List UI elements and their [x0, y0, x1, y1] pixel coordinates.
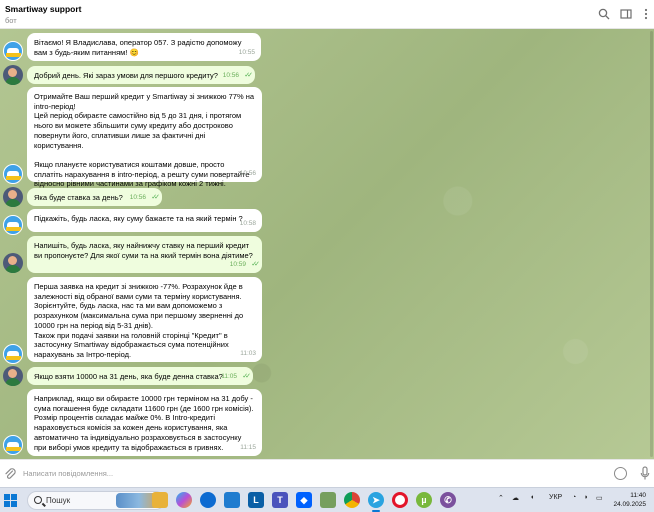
message-text: Напишіть, будь ласка, яку найнижчу ставк… [34, 241, 253, 260]
system-clock[interactable]: 11:40 24.09.2025 [610, 491, 646, 509]
message-composer: Написати повідомлення... [0, 459, 654, 487]
message-time: 10:59 [229, 261, 246, 269]
message-time: 10:56 [129, 194, 146, 202]
double-check-icon: ✓✓ [242, 373, 251, 381]
scrollbar[interactable] [650, 31, 653, 457]
wifi-icon[interactable]: ◔ [572, 494, 576, 501]
double-check-icon: ✓✓ [244, 72, 253, 80]
user-avatar[interactable] [3, 65, 23, 85]
user-avatar[interactable] [3, 253, 23, 273]
viber-icon[interactable]: ✆ [440, 492, 456, 508]
message-text: Добрий день. Які зараз умови для першого… [34, 71, 218, 80]
microphone-icon[interactable] [640, 466, 650, 481]
app-icon[interactable] [320, 492, 336, 508]
file-explorer-icon[interactable] [152, 492, 168, 508]
message-time: 10:56 [239, 170, 256, 178]
sidebar-panel-icon[interactable] [620, 8, 632, 20]
speaker-icon[interactable]: ◖ [530, 494, 534, 501]
microsoft-store-icon[interactable] [224, 492, 240, 508]
message-text: Якщо взяти 10000 на 31 день, яка буде де… [34, 372, 223, 381]
clock-time: 11:40 [630, 492, 646, 499]
windows-start-icon[interactable] [4, 494, 17, 507]
message-bubble[interactable]: Якщо взяти 10000 на 31 день, яка буде де… [27, 367, 253, 385]
double-check-icon: ✓✓ [151, 194, 160, 202]
message-input[interactable]: Написати повідомлення... [23, 469, 113, 478]
bot-avatar[interactable] [3, 215, 23, 235]
search-icon [34, 496, 42, 504]
dropbox-icon[interactable]: ◆ [296, 492, 312, 508]
windows-taskbar: Пошук L T ◆ ➤ µ ✆ ⌃ ☁ ◖ УКР ◔ ◗ ▭ 11:40 … [0, 487, 654, 512]
message-text: Вітаємо! Я Владислава, оператор 057. З р… [34, 38, 242, 57]
language-indicator[interactable]: УКР [549, 494, 562, 501]
message-bubble[interactable]: Підкажіть, будь ласка, яку суму бажаєте … [27, 209, 262, 232]
message-time: 11:05 [221, 373, 237, 381]
message-time: 10:58 [239, 220, 256, 228]
message-list[interactable]: Вітаємо! Я Владислава, оператор 057. З р… [0, 29, 654, 459]
chat-subtitle: бот [5, 16, 17, 25]
message-time: 11:15 [240, 444, 256, 452]
teams-icon[interactable]: T [272, 492, 288, 508]
libreoffice-icon[interactable]: L [248, 492, 264, 508]
chrome-icon[interactable] [344, 492, 360, 508]
bot-avatar[interactable] [3, 435, 23, 455]
message-text: Наприклад, якщо ви обираєте 10000 грн те… [34, 394, 254, 452]
message-text: Підкажіть, будь ласка, яку суму бажаєте … [34, 214, 243, 223]
bot-avatar[interactable] [3, 344, 23, 364]
more-vertical-icon[interactable] [640, 8, 652, 20]
message-bubble[interactable]: Перша заявка на кредит зі знижкою -77%. … [27, 277, 262, 362]
bot-avatar[interactable] [3, 41, 23, 61]
copilot-icon[interactable] [176, 492, 192, 508]
utorrent-icon[interactable]: µ [416, 492, 432, 508]
message-bubble[interactable]: Наприклад, якщо ви обираєте 10000 грн те… [27, 389, 262, 456]
emoji-icon[interactable] [614, 467, 627, 480]
chat-header: Smartiway support бот [0, 0, 654, 29]
message-time: 10:56 [222, 72, 239, 80]
taskbar-search-label: Пошук [46, 496, 71, 505]
battery-icon[interactable]: ▭ [596, 494, 603, 502]
message-time: 10:55 [238, 49, 255, 57]
edge-icon[interactable] [200, 492, 216, 508]
message-bubble[interactable]: Напишіть, будь ласка, яку найнижчу ставк… [27, 236, 262, 273]
user-avatar[interactable] [3, 187, 23, 207]
message-bubble[interactable]: Вітаємо! Я Владислава, оператор 057. З р… [27, 33, 261, 61]
opera-icon[interactable] [392, 492, 408, 508]
taskbar-search[interactable]: Пошук [27, 491, 165, 510]
attach-paperclip-icon[interactable] [4, 467, 16, 480]
cloud-icon[interactable]: ☁ [512, 494, 519, 502]
message-text: Отримайте Ваш перший кредит у Smartiway … [34, 92, 255, 189]
message-bubble[interactable]: Яка буде ставка за день? 10:56 ✓✓ [27, 188, 162, 206]
search-icon[interactable] [598, 8, 610, 20]
user-avatar[interactable] [3, 366, 23, 386]
chevron-up-icon[interactable]: ⌃ [498, 494, 504, 502]
telegram-icon[interactable]: ➤ [368, 492, 384, 512]
message-bubble[interactable]: Добрий день. Які зараз умови для першого… [27, 66, 255, 84]
bot-avatar[interactable] [3, 164, 23, 184]
volume-icon[interactable]: ◗ [584, 494, 588, 501]
clock-date: 24.09.2025 [613, 501, 646, 508]
chat-title[interactable]: Smartiway support [5, 4, 82, 14]
message-bubble[interactable]: Отримайте Ваш перший кредит у Smartiway … [27, 87, 262, 188]
double-check-icon: ✓✓ [251, 261, 260, 269]
message-time: 11:03 [240, 350, 256, 358]
message-text: Перша заявка на кредит зі знижкою -77%. … [34, 282, 244, 359]
